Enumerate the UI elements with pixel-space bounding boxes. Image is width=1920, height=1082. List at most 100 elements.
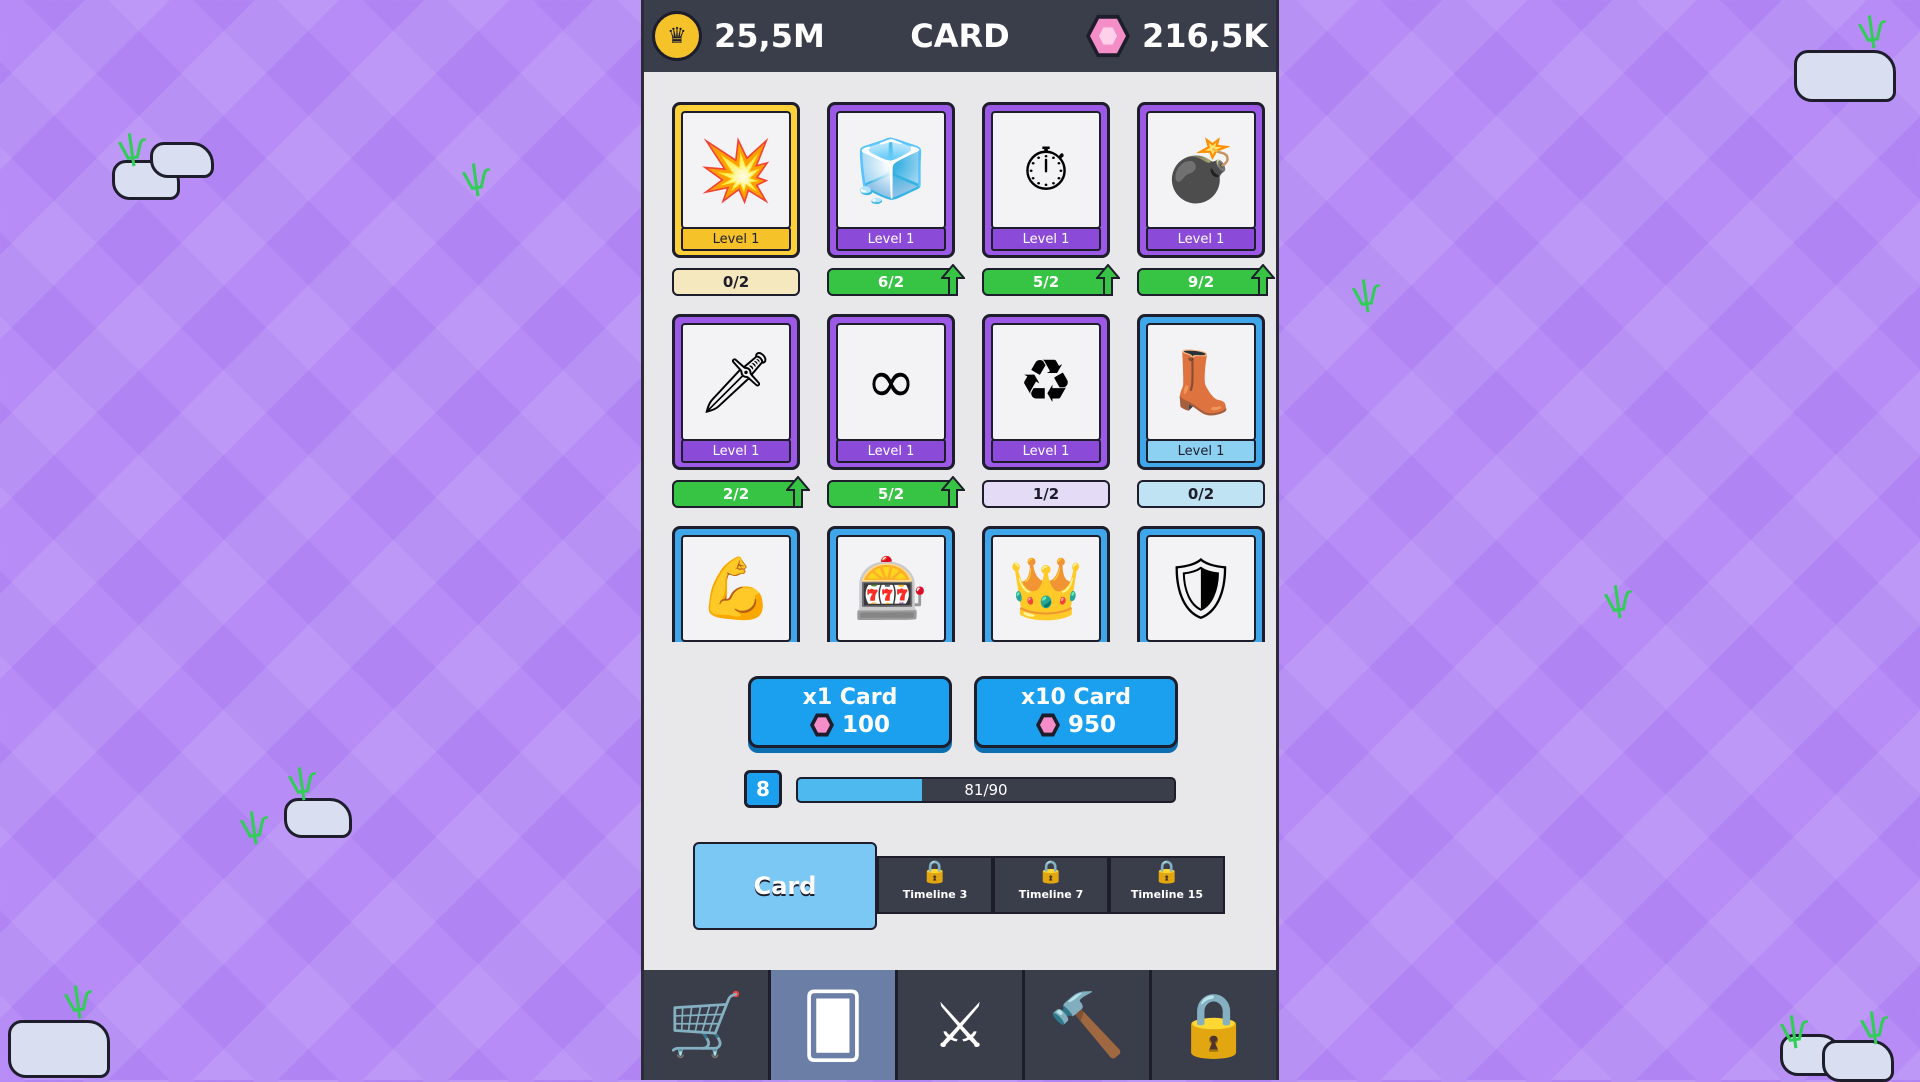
card-art-icon: 🎰: [836, 535, 946, 642]
card-progress: 6/2: [827, 264, 965, 296]
hammer-icon: 🔨: [1048, 988, 1126, 1061]
bottom-nav: 🛒 🂠 ⚔ 🔨 🔒: [644, 970, 1276, 1080]
upgrade-arrow-icon: [941, 264, 965, 296]
nav-button-cart[interactable]: 🛒: [644, 970, 768, 1080]
card-level: Level 1: [681, 227, 791, 251]
grass-decoration: ѱ: [237, 804, 273, 848]
card-progress-text: 1/2: [1032, 485, 1060, 503]
card-slot[interactable]: 🎰: [827, 526, 955, 642]
card-art-icon: 👢: [1146, 323, 1256, 441]
swords-icon: ⚔: [932, 988, 988, 1062]
buy-10-cards-button[interactable]: x10 Card 950: [974, 676, 1178, 748]
card-slot[interactable]: ⏱ Level 1: [982, 102, 1110, 258]
card-art-icon: 👑: [991, 535, 1101, 642]
card-art-icon: ⏱: [991, 111, 1101, 229]
card-art-icon: 💣: [1146, 111, 1256, 229]
card-slot[interactable]: ∞ Level 1: [827, 314, 955, 470]
gem-amount: 216,5K: [1141, 17, 1268, 55]
grass-decoration: ѱ: [285, 760, 321, 804]
card-art-icon: 🗡: [681, 323, 791, 441]
tab-timeline-label: Timeline 3: [902, 888, 968, 901]
rock-decoration: [1822, 1040, 1894, 1082]
card-slot[interactable]: 🧊 Level 1: [827, 102, 955, 258]
card-level: Level 1: [681, 439, 791, 463]
card-slot[interactable]: ♻ Level 1: [982, 314, 1110, 470]
card-level: Level 1: [836, 227, 946, 251]
card-progress-text: 0/2: [722, 273, 750, 291]
top-bar: ♛ 25,5M CARD 216,5K: [644, 0, 1276, 72]
card-level: Level 1: [1146, 439, 1256, 463]
card-art-icon: ♻: [991, 323, 1101, 441]
upgrade-arrow-icon: [786, 476, 810, 508]
xp-progress-text: 81/90: [964, 781, 1008, 799]
lock-icon: 🔒: [1037, 860, 1065, 885]
cart-icon: 🛒: [667, 988, 745, 1061]
upgrade-arrow-icon: [941, 476, 965, 508]
card-slot[interactable]: 🛡: [1137, 526, 1265, 642]
card-progress: 9/2: [1137, 264, 1275, 296]
grass-decoration: ѱ: [1855, 8, 1891, 52]
lock-icon: 🔒: [1175, 988, 1253, 1061]
card-slot[interactable]: 💥 Level 1: [672, 102, 800, 258]
nav-button-lock[interactable]: 🔒: [1149, 970, 1276, 1080]
lock-icon: 🔒: [921, 860, 949, 885]
tab-timeline-label: Timeline 7: [1018, 888, 1084, 901]
nav-button-swords[interactable]: ⚔: [895, 970, 1022, 1080]
card-progress-text: 5/2: [1032, 273, 1060, 291]
tab-timeline-7[interactable]: 🔒 Timeline 7: [993, 856, 1109, 914]
buy-1-price: 100: [841, 712, 890, 738]
card-slot[interactable]: 👑: [982, 526, 1110, 642]
grass-decoration: ѱ: [1857, 1004, 1893, 1048]
gem-counter: 216,5K: [1085, 0, 1268, 72]
crown-coin-icon: ♛: [652, 11, 702, 61]
card-art-icon: 💪: [681, 535, 791, 642]
coin-counter: ♛ 25,5M: [652, 0, 825, 72]
lock-icon: 🔒: [1153, 860, 1181, 885]
card-level: Level 1: [836, 439, 946, 463]
card-slot[interactable]: 👢 Level 1: [1137, 314, 1265, 470]
tab-timeline-15[interactable]: 🔒 Timeline 15: [1109, 856, 1225, 914]
xp-progress-bar: 81/90: [796, 777, 1176, 803]
card-progress-text: 9/2: [1187, 273, 1215, 291]
screen-title: CARD: [910, 17, 1010, 55]
upgrade-arrow-icon: [1096, 264, 1120, 296]
card-progress: 1/2: [982, 480, 1110, 508]
rock-decoration: [150, 142, 214, 178]
buy-1-card-button[interactable]: x1 Card 100: [748, 676, 952, 748]
card-progress: 5/2: [827, 476, 965, 508]
card-progress-text: 5/2: [877, 485, 905, 503]
tab-card[interactable]: Card: [693, 842, 877, 930]
card-progress-text: 0/2: [1187, 485, 1215, 503]
tab-timeline-3[interactable]: 🔒 Timeline 3: [877, 856, 993, 914]
card-progress: 2/2: [672, 476, 810, 508]
rock-decoration: [284, 798, 352, 838]
buy-1-label: x1 Card: [802, 685, 898, 710]
coin-amount: 25,5M: [714, 17, 825, 55]
tab-timeline-label: Timeline 15: [1130, 888, 1204, 901]
card-slot[interactable]: 🗡 Level 1: [672, 314, 800, 470]
upgrade-arrow-icon: [1251, 264, 1275, 296]
nav-button-hammer[interactable]: 🔨: [1022, 970, 1149, 1080]
level-badge: 8: [744, 770, 782, 808]
card-slot[interactable]: 💪: [672, 526, 800, 642]
grass-decoration: ѱ: [61, 978, 97, 1022]
grass-decoration: ѱ: [115, 126, 151, 170]
grass-decoration: ѱ: [1777, 1008, 1813, 1052]
card-art-icon: 💥: [681, 111, 791, 229]
buy-10-label: x10 Card: [1020, 685, 1132, 710]
card-art-icon: ∞: [836, 323, 946, 441]
grass-decoration: ѱ: [1349, 272, 1385, 316]
card-progress: 0/2: [1137, 480, 1265, 508]
nav-button-cards[interactable]: 🂠: [768, 970, 895, 1080]
card-level: Level 1: [1146, 227, 1256, 251]
card-progress: 0/2: [672, 268, 800, 296]
grass-decoration: ѱ: [1601, 578, 1637, 622]
rock-decoration: [8, 1020, 110, 1078]
gem-icon: [809, 713, 834, 737]
rock-decoration: [1794, 50, 1896, 102]
card-level: Level 1: [991, 227, 1101, 251]
grass-decoration: ѱ: [459, 156, 495, 200]
gem-icon: [1085, 14, 1130, 58]
card-progress-text: 2/2: [722, 485, 750, 503]
card-slot[interactable]: 💣 Level 1: [1137, 102, 1265, 258]
